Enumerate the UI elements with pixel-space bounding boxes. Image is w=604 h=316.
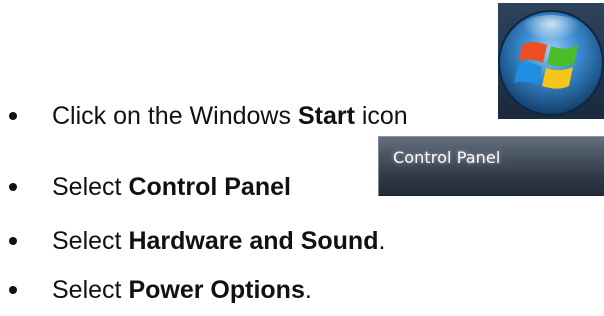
step-text-suffix: . — [304, 276, 312, 304]
step-text-bold: Control Panel — [128, 173, 291, 201]
control-panel-label: Control Panel — [393, 148, 501, 167]
step-text-bold: Start — [297, 102, 355, 130]
bullet-icon — [9, 237, 17, 245]
step-text-bold: Power Options — [128, 276, 305, 304]
step-text: Select Control Panel — [52, 172, 291, 202]
step-text: Click on the Windows Start icon — [52, 101, 408, 131]
step-text-prefix: Click on the Windows — [52, 102, 298, 130]
step-text-prefix: Select — [52, 227, 129, 255]
step-text-bold: Hardware and Sound — [128, 227, 379, 255]
step-text-suffix: . — [378, 227, 386, 255]
step-text-prefix: Select — [52, 276, 129, 304]
step-text: Select Power Options. — [52, 275, 312, 305]
windows-logo-icon — [498, 10, 604, 116]
step-text-prefix: Select — [52, 173, 129, 201]
windows-start-orb-icon — [498, 3, 604, 119]
step-text: Select Hardware and Sound. — [52, 226, 385, 256]
control-panel-menu-item: Control Panel — [378, 136, 604, 196]
bullet-icon — [9, 286, 17, 294]
bullet-icon — [9, 112, 17, 120]
bullet-icon — [9, 183, 17, 191]
step-text-suffix: icon — [354, 102, 408, 130]
